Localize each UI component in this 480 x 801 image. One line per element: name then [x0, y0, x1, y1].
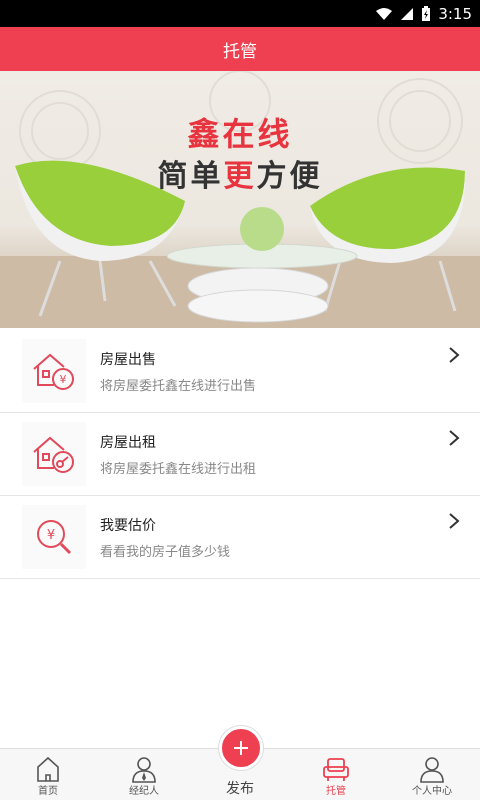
- service-list: ¥ 房屋出售 将房屋委托鑫在线进行出售 房屋出租 将房屋委托鑫在线进行出租 ¥ …: [0, 330, 480, 579]
- valuation-icon: ¥: [22, 505, 86, 569]
- list-item-title: 我要估价: [100, 517, 156, 534]
- tab-home[interactable]: 首页: [0, 749, 96, 801]
- svg-text:¥: ¥: [47, 528, 55, 543]
- chevron-right-icon: [449, 430, 460, 446]
- tab-agent[interactable]: 经纪人: [96, 749, 192, 801]
- battery-icon: [421, 5, 431, 22]
- list-item-title: 房屋出租: [100, 434, 156, 451]
- tab-trustee[interactable]: 托管: [288, 749, 384, 801]
- banner-slogan: 简单更方便: [157, 159, 323, 194]
- list-item-house-rent[interactable]: 房屋出租 将房屋委托鑫在线进行出租: [0, 413, 480, 496]
- banner[interactable]: 鑫在线 简单更方便: [0, 71, 480, 328]
- page-title: 托管: [0, 27, 480, 71]
- list-item-title: 房屋出售: [100, 351, 156, 368]
- armchair-icon: [323, 758, 349, 781]
- tab-label: 托管: [326, 786, 346, 797]
- tab-profile[interactable]: 个人中心: [384, 749, 480, 801]
- chevron-right-icon: [449, 513, 460, 529]
- tab-label: 个人中心: [412, 786, 452, 797]
- home-icon: [37, 756, 59, 782]
- list-item-subtitle: 看看我的房子值多少钱: [100, 544, 231, 560]
- list-item-house-sale[interactable]: ¥ 房屋出售 将房屋委托鑫在线进行出售: [0, 330, 480, 413]
- wifi-icon: [375, 7, 393, 21]
- plus-icon: [234, 741, 248, 755]
- chevron-right-icon: [449, 347, 460, 363]
- agent-icon: [132, 757, 156, 783]
- banner-brand: 鑫在线: [187, 115, 293, 153]
- list-item-valuation[interactable]: ¥ 我要估价 看看我的房子值多少钱: [0, 496, 480, 579]
- user-icon: [420, 757, 444, 783]
- status-bar: 3:15: [0, 0, 480, 27]
- tab-label: 首页: [38, 786, 58, 797]
- status-time: 3:15: [438, 4, 472, 23]
- house-rent-icon: [22, 422, 86, 486]
- svg-text:¥: ¥: [60, 373, 67, 386]
- publish-button[interactable]: [219, 726, 263, 770]
- signal-icon: [400, 7, 414, 21]
- tab-label: 经纪人: [129, 786, 159, 797]
- house-sale-icon: ¥: [22, 339, 86, 403]
- list-item-subtitle: 将房屋委托鑫在线进行出售: [100, 378, 257, 394]
- publish-label[interactable]: 发布: [192, 778, 288, 798]
- list-item-subtitle: 将房屋委托鑫在线进行出租: [100, 461, 257, 477]
